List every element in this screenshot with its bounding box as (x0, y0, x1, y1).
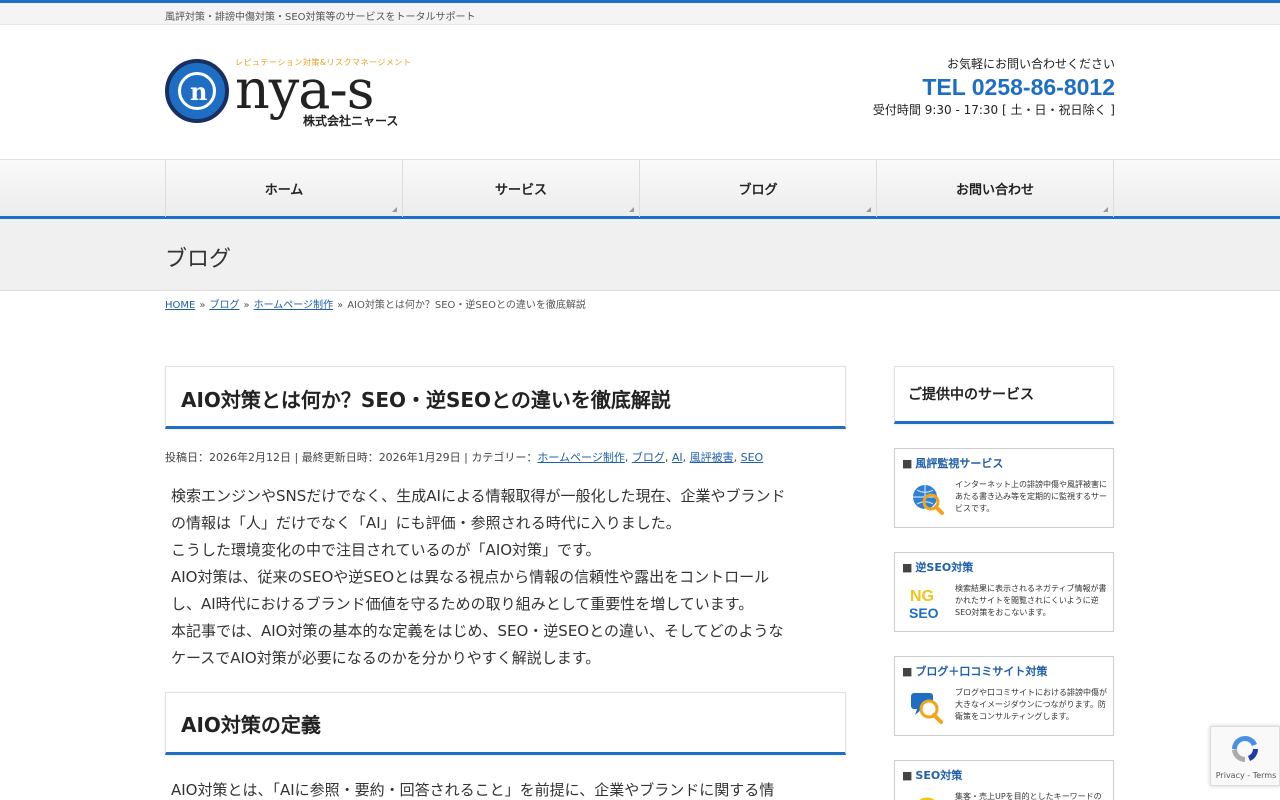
post-dates: 投稿日：2026年2月12日 | 最終更新日時：2026年1月29日 | カテゴ… (165, 451, 538, 464)
paragraph-line: 検索エンジンやSNSだけでなく、生成AIによる情報取得が一般化した現在、企業やブ… (171, 487, 786, 505)
site-logo[interactable]: n レピュテーション対策&リスクマネージメント nya-s 株式会社ニャース (165, 57, 411, 128)
breadcrumb-home[interactable]: HOME (165, 300, 195, 311)
seo-icon (919, 797, 935, 800)
category-link[interactable]: AI (672, 451, 683, 464)
main-content: AIO対策とは何か？SEO・逆SEOとの違いを徹底解説 投稿日：2026年2月1… (165, 366, 846, 800)
site-header: n レピュテーション対策&リスクマネージメント nya-s 株式会社ニャース お… (0, 25, 1280, 159)
nav-item-services[interactable]: サービス (402, 160, 639, 217)
page-title-band: ブログ (0, 219, 1280, 291)
ng-seo-icon: NG SEO (909, 588, 939, 621)
category-link[interactable]: ブログ (632, 451, 665, 464)
service-title: ■ 逆SEO対策 (902, 561, 974, 574)
service-description: インターネット上の誹謗中傷や風評被害にあたる書き込み等を定期的に監視するサービス… (955, 480, 1107, 513)
service-title: ■ 風評監視サービス (902, 457, 1004, 470)
service-description: ブログや口コミサイトにおける誹謗中傷が大きなイメージダウンにつながります。防衛策… (955, 688, 1107, 721)
recaptcha-icon (1232, 736, 1258, 763)
breadcrumb-category[interactable]: ホームページ制作 (254, 300, 334, 311)
paragraph-line: の情報は「人」だけでなく「AI」にも評価・参照される時代に入りました。 (171, 514, 681, 532)
service-card-seo[interactable]: ■ SEO対策 集客・売上UPを目的としたキーワードの (894, 760, 1114, 800)
sidebar: ご提供中のサービス ■ 風評監視サービス インターネット上の誹謗中傷や風評被害にあ… (894, 366, 1114, 800)
nav-label: ホーム (264, 183, 304, 198)
contact-phone[interactable]: TEL 0258-86-8012 (873, 74, 1115, 101)
corner-arrow-icon (392, 207, 397, 212)
breadcrumb-separator: » (199, 300, 206, 311)
nav-item-home[interactable]: ホーム (165, 160, 402, 217)
global-nav: ホーム サービス ブログ お問い合わせ (0, 159, 1280, 219)
logo-emblem: n (165, 59, 229, 123)
section-heading-box: AIO対策の定義 (165, 692, 846, 755)
nav-item-blog[interactable]: ブログ (639, 160, 876, 217)
breadcrumb-separator: » (337, 300, 344, 311)
nav-item-contact[interactable]: お問い合わせ (876, 160, 1114, 217)
breadcrumb-current: AIO対策とは何か？SEO・逆SEOとの違いを徹底解説 (347, 300, 586, 311)
service-card-reverse-seo[interactable]: ■ 逆SEO対策 NG SEO 検索結果に表示されるネガティブ情報が書かれたサイト… (894, 552, 1114, 632)
paragraph-line: し、AI時代におけるブランド価値を守るための取り組みとして重要性を増しています。 (171, 595, 754, 613)
recaptcha-badge[interactable]: Privacy - Terms (1210, 726, 1280, 786)
ng-seo-icon-top: NG (910, 588, 934, 605)
post-title-box: AIO対策とは何か？SEO・逆SEOとの違いを徹底解説 (165, 366, 846, 429)
section-heading: AIO対策の定義 (181, 713, 321, 737)
page-title: ブログ (165, 247, 232, 272)
category-link[interactable]: ホームページ制作 (537, 451, 624, 464)
service-description: 検索結果に表示されるネガティブ情報が書かれたサイトを閲覧されにくいように逆SEO… (955, 584, 1107, 617)
contact-hours: 受付時間 9:30 - 17:30 [ 土・日・祝日除く ] (872, 103, 1115, 117)
post-title: AIO対策とは何か？SEO・逆SEOとの違いを徹底解説 (181, 388, 671, 412)
paragraph-line: AIO対策は、従来のSEOや逆SEOとは異なる視点から情報の信頼性や露出をコント… (171, 568, 770, 586)
globe-magnifier-icon (913, 485, 944, 515)
paragraph-line: ケースでAIO対策が必要になるのかを分かりやすく解説します。 (171, 649, 601, 667)
nav-label: ブログ (738, 183, 778, 198)
nav-label: お問い合わせ (955, 183, 1034, 198)
service-title: ■ SEO対策 (902, 769, 963, 782)
review-magnifier-icon (911, 693, 943, 724)
post-meta: 投稿日：2026年2月12日 | 最終更新日時：2026年1月29日 | カテゴ… (165, 451, 764, 464)
breadcrumb-separator: » (243, 300, 250, 311)
logo-company-name: 株式会社ニャース (303, 114, 399, 128)
breadcrumb: HOME» ブログ» ホームページ制作» AIO対策とは何か？SEO・逆SEOとの違い… (165, 296, 586, 311)
recaptcha-links[interactable]: Privacy - Terms (1211, 771, 1280, 780)
post-intro: 検索エンジンやSNSだけでなく、生成AIによる情報取得が一般化した現在、企業やブ… (165, 483, 846, 672)
sidebar-heading: ご提供中のサービス (894, 366, 1114, 424)
service-title: ■ ブログ＋口コミサイト対策 (902, 665, 1048, 678)
ng-seo-icon-bottom: SEO (909, 605, 939, 621)
nav-label: サービス (494, 183, 547, 198)
section-text: AIO対策とは、「AIに参照・要約・回答されること」を前提に、企業やブランドに関… (171, 781, 775, 799)
paragraph-line: 本記事では、AIO対策の基本的な定義をはじめ、SEO・逆SEOとの違い、そしてど… (171, 622, 784, 640)
corner-arrow-icon (1103, 207, 1108, 212)
service-description: 集客・売上UPを目的としたキーワードの (955, 792, 1102, 800)
contact-lead: お気軽にお問い合わせください (946, 57, 1115, 71)
service-card-blog-review[interactable]: ■ ブログ＋口コミサイト対策 ブログや口コミサイトにおける誹謗中傷が大きなイメージ… (894, 656, 1114, 736)
corner-arrow-icon (866, 207, 871, 212)
corner-arrow-icon (629, 207, 634, 212)
category-link[interactable]: 風評被害 (690, 451, 734, 464)
header-contact: お気軽にお問い合わせください TEL 0258-86-8012 受付時間 9:3… (873, 55, 1115, 118)
site-tagline: 風評対策・誹謗中傷対策・SEO対策等のサービスをトータルサポート (165, 12, 476, 23)
service-card-reputation-monitoring[interactable]: ■ 風評監視サービス インターネット上の誹謗中傷や風評被害にあたる書き込み等を定期… (894, 448, 1114, 528)
paragraph-line: こうした環境変化の中で注目されているのが「AIO対策」です。 (171, 541, 601, 559)
logo-wordmark: nya-s (235, 58, 374, 121)
breadcrumb-blog[interactable]: ブログ (209, 300, 239, 311)
category-link[interactable]: SEO (741, 451, 764, 464)
